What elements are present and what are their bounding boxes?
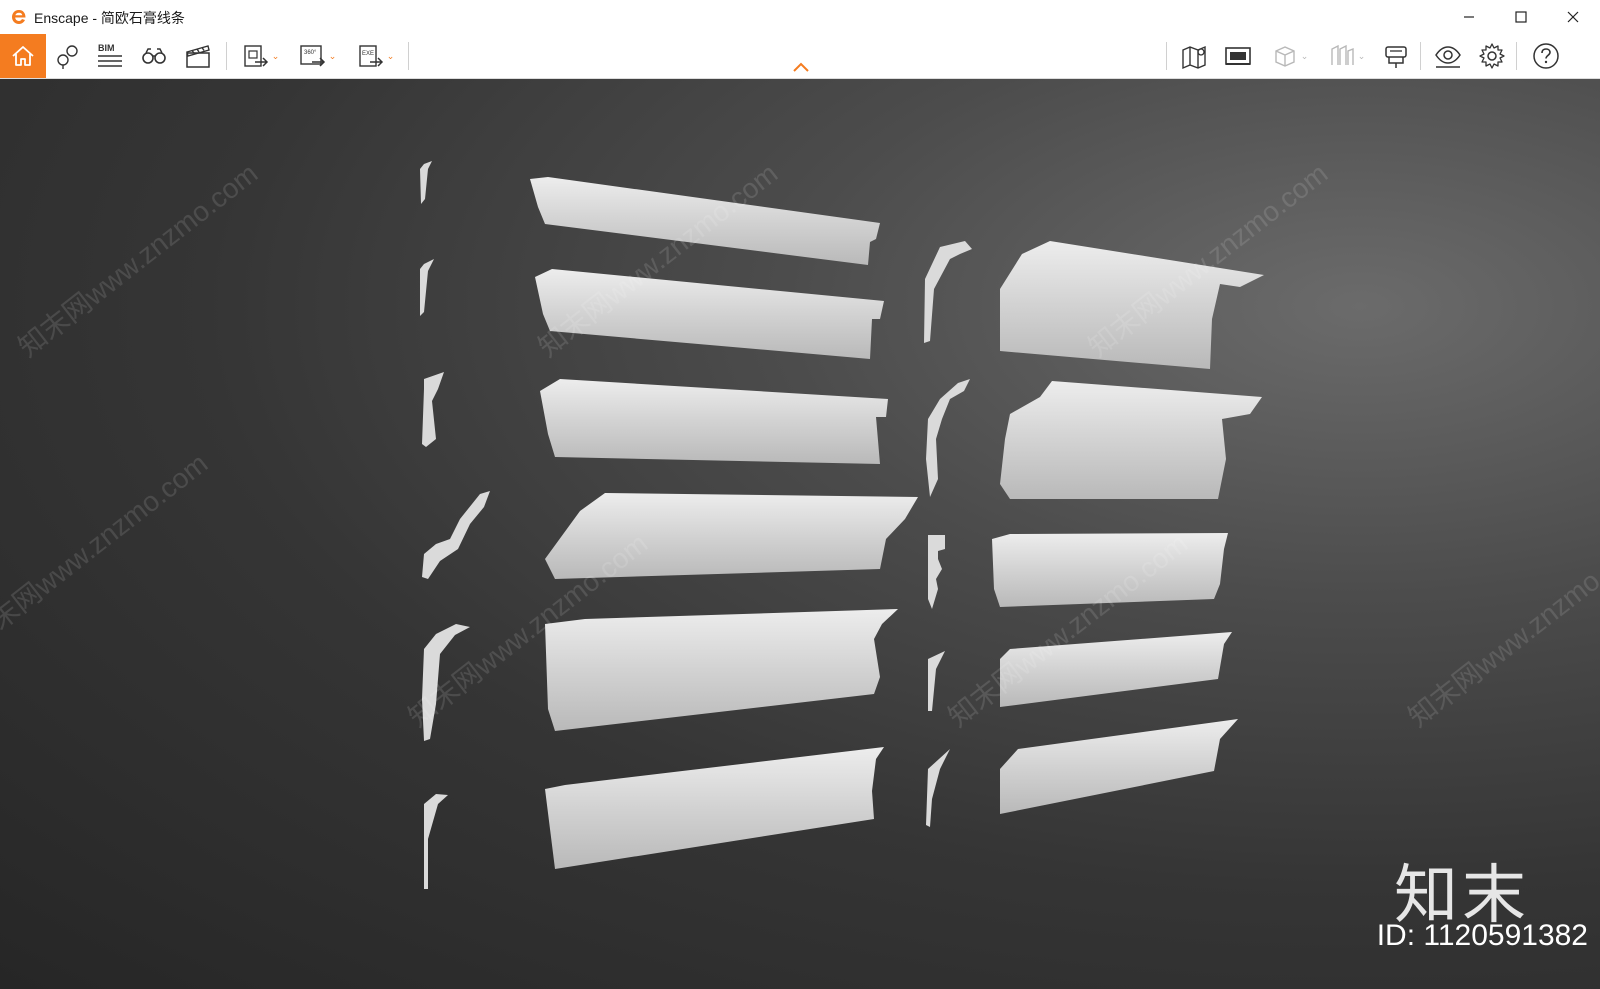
export-exe-icon: EXE [359, 45, 383, 67]
toolbar-separator [1420, 42, 1421, 70]
views-button[interactable]: ⌄ [1320, 34, 1372, 78]
molding-profile-11 [926, 749, 950, 827]
home-button[interactable] [0, 34, 46, 78]
close-icon [1567, 11, 1579, 23]
molding-11 [1000, 719, 1238, 814]
molding-profile-3 [422, 372, 444, 447]
export-panorama-button[interactable]: 360° ⌄ [290, 34, 344, 78]
bim-label: BIM [98, 43, 115, 53]
molding-3 [540, 379, 888, 464]
exe-label: EXE [362, 51, 374, 57]
molding-profile-2 [420, 259, 434, 316]
minimize-button[interactable] [1446, 0, 1492, 34]
asset-library-button[interactable] [1220, 34, 1256, 78]
visibility-button[interactable] [1430, 34, 1466, 78]
location-pin-icon [57, 45, 78, 69]
toolbar-separator [1516, 42, 1517, 70]
render-viewport[interactable]: 知末网www.znzmo.com 知末网www.znzmo.com 知末网www… [0, 79, 1600, 989]
binoculars-icon [142, 48, 166, 64]
gear-icon [1479, 43, 1505, 69]
collapse-toolbar-icon[interactable] [790, 60, 812, 74]
molding-profile-8 [926, 379, 970, 497]
molding-8 [1000, 381, 1262, 499]
enscape-logo-icon [12, 10, 26, 24]
material-editor-button[interactable] [1378, 34, 1414, 78]
chevron-down-icon: ⌄ [271, 50, 280, 61]
export-exe-button[interactable]: EXE ⌄ [348, 34, 402, 78]
chevron-down-icon: ⌄ [386, 50, 395, 61]
close-button[interactable] [1550, 0, 1596, 34]
cube-icon [1275, 46, 1295, 67]
minimize-icon [1464, 16, 1474, 18]
material-icon [1385, 46, 1407, 68]
chevron-down-icon: ⌄ [1300, 50, 1309, 61]
maximize-icon [1515, 11, 1527, 23]
molding-profile-4 [422, 491, 490, 579]
chevron-down-icon: ⌄ [328, 50, 337, 61]
views-binoculars-button[interactable] [136, 34, 172, 78]
bim-button[interactable]: BIM [92, 34, 128, 78]
molding-profile-1 [420, 161, 432, 204]
clapperboard-icon [186, 45, 210, 68]
home-icon [12, 46, 34, 66]
bim-icon: BIM [98, 43, 122, 67]
map-button[interactable] [1176, 34, 1212, 78]
title-bar: Enscape - 简欧石膏线条 [0, 0, 1600, 35]
export-image-icon [244, 45, 268, 67]
map-icon [1182, 45, 1206, 70]
asset-id-label: ID: 1120591382 [1376, 919, 1588, 952]
cube-button[interactable]: ⌄ [1264, 34, 1314, 78]
panorama-label: 360° [304, 50, 317, 56]
molding-profile-6 [424, 794, 448, 889]
visibility-icon [1435, 46, 1461, 68]
toolbar-separator [1166, 42, 1167, 70]
maximize-button[interactable] [1498, 0, 1544, 34]
help-icon [1533, 43, 1559, 69]
molding-profile-7 [924, 241, 972, 343]
molding-6 [545, 747, 884, 869]
export-image-button[interactable]: ⌄ [234, 34, 286, 78]
molding-5 [545, 609, 898, 731]
window-title: Enscape - 简欧石膏线条 [34, 10, 185, 26]
views-icon [1331, 44, 1354, 65]
molding-profile-9 [928, 535, 945, 609]
toolbar-separator [226, 42, 227, 70]
location-button[interactable] [50, 34, 86, 78]
export-panorama-icon: 360° [300, 45, 325, 67]
settings-button[interactable] [1474, 34, 1510, 78]
help-button[interactable] [1526, 34, 1566, 78]
chevron-down-icon: ⌄ [1357, 50, 1366, 61]
video-editor-button[interactable] [180, 34, 216, 78]
asset-library-icon [1225, 47, 1251, 65]
moldings-scene [420, 161, 1264, 889]
enscape-window: Enscape - 简欧石膏线条 BIM ⌄ 360° ⌄ EXE ⌄ ⌄ ⌄ … [0, 0, 1600, 989]
toolbar-separator [408, 42, 409, 70]
